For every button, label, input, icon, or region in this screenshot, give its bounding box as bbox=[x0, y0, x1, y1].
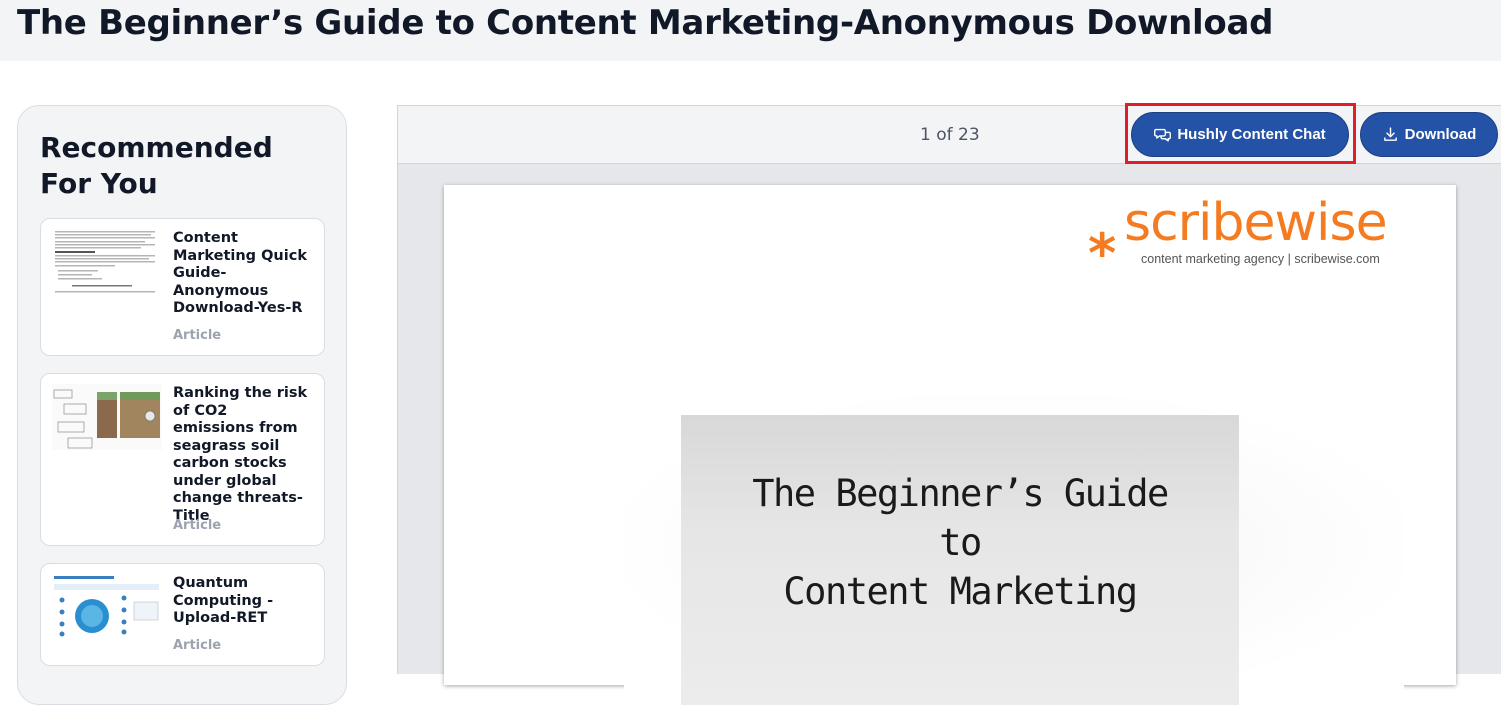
cover-title-line: to bbox=[939, 521, 982, 564]
chat-icon bbox=[1154, 128, 1172, 142]
sidebar-heading: Recommended For You bbox=[40, 131, 273, 200]
content-chat-button[interactable]: Hushly Content Chat bbox=[1131, 112, 1349, 157]
recommended-card[interactable]: Ranking the risk of CO2 emissions from s… bbox=[40, 373, 325, 546]
recommended-title[interactable]: Ranking the risk of CO2 emissions from s… bbox=[173, 385, 313, 525]
document-thumbnail bbox=[52, 574, 162, 640]
recommended-card[interactable]: Quantum Computing - Upload-RET Article bbox=[40, 563, 325, 666]
document-thumbnail bbox=[52, 229, 162, 295]
page-title: The Beginner’s Guide to Content Marketin… bbox=[17, 3, 1274, 43]
document-thumbnail bbox=[52, 384, 162, 450]
logo-wordmark: scribewise bbox=[1124, 193, 1388, 253]
recommended-sidebar: Recommended For You Content Marketing Qu… bbox=[17, 105, 347, 705]
logo-tagline: content marketing agency | scribewise.co… bbox=[1141, 252, 1380, 266]
content-type-label: Article bbox=[173, 328, 222, 343]
page-counter: 1 of 23 bbox=[920, 125, 980, 145]
download-button[interactable]: Download bbox=[1360, 112, 1498, 157]
content-type-label: Article bbox=[173, 638, 222, 653]
document-page: * scribewise content marketing agency | … bbox=[444, 185, 1456, 705]
download-icon bbox=[1383, 127, 1397, 141]
document-cover-title: The Beginner’s Guide to Content Marketin… bbox=[681, 469, 1239, 616]
download-label: Download bbox=[1404, 126, 1477, 143]
asterisk-icon: * bbox=[1088, 222, 1117, 285]
viewer-toolbar: 1 of 23 Hushly Content Chat Download bbox=[398, 103, 1501, 164]
recommended-card[interactable]: Content Marketing Quick Guide-Anonymous … bbox=[40, 218, 325, 356]
cover-title-line: Content Marketing bbox=[783, 570, 1138, 613]
recommended-title[interactable]: Content Marketing Quick Guide-Anonymous … bbox=[173, 230, 313, 318]
scribewise-logo: * scribewise content marketing agency | … bbox=[1088, 193, 1428, 281]
content-chat-label: Hushly Content Chat bbox=[1177, 126, 1326, 143]
content-type-label: Article bbox=[173, 518, 222, 533]
recommended-title[interactable]: Quantum Computing - Upload-RET bbox=[173, 575, 313, 628]
document-viewer: 1 of 23 Hushly Content Chat Download * s… bbox=[397, 103, 1501, 705]
page-header: The Beginner’s Guide to Content Marketin… bbox=[0, 0, 1501, 61]
cover-title-line: The Beginner’s Guide bbox=[752, 472, 1169, 515]
